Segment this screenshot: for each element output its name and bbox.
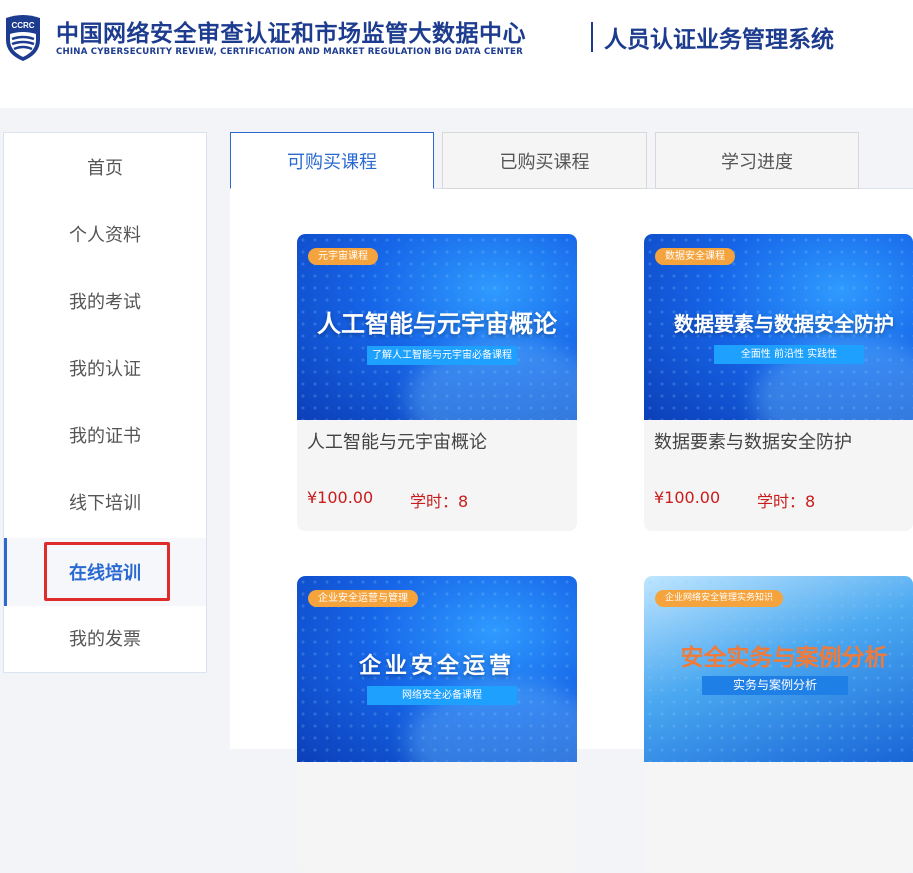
course-cover-image: 企业网络安全管理实务知识 安全实务与案例分析 实务与案例分析	[644, 576, 913, 762]
sidebar-item-home[interactable]: 首页	[4, 135, 206, 199]
cover-subtitle: 了解人工智能与元宇宙必备课程	[367, 346, 517, 365]
course-tag: 数据安全课程	[655, 248, 735, 265]
course-price: ¥100.00	[654, 488, 721, 507]
sidebar-item-my-certificates[interactable]: 我的证书	[4, 403, 206, 467]
sidebar-item-profile[interactable]: 个人资料	[4, 202, 206, 266]
tab-available-courses[interactable]: 可购买课程	[230, 132, 434, 189]
sidebar-item-my-exams[interactable]: 我的考试	[4, 269, 206, 333]
course-price: ¥100.00	[307, 488, 374, 507]
sidebar-item-my-certification[interactable]: 我的认证	[4, 336, 206, 400]
course-cover-image: 元宇宙课程 人工智能与元宇宙概论 了解人工智能与元宇宙必备课程	[297, 234, 577, 420]
course-tag: 元宇宙课程	[308, 248, 378, 265]
cover-title: 人工智能与元宇宙概论	[317, 310, 557, 338]
active-indicator	[4, 538, 7, 606]
header-divider	[591, 22, 593, 52]
course-tag: 企业安全运营与管理	[308, 590, 418, 607]
course-name: 数据要素与数据安全防护	[654, 432, 852, 453]
course-card[interactable]: 元宇宙课程 人工智能与元宇宙概论 了解人工智能与元宇宙必备课程 人工智能与元宇宙…	[297, 234, 577, 531]
org-name-cn: 中国网络安全审查认证和市场监管大数据中心	[56, 21, 526, 47]
course-hours: 学时：8	[410, 492, 469, 511]
cover-subtitle: 实务与案例分析	[702, 676, 848, 695]
logo-text: CCRC	[11, 21, 34, 30]
ccrc-logo-icon: CCRC	[6, 15, 40, 61]
system-title: 人员认证业务管理系统	[604, 27, 834, 53]
cover-title: 数据要素与数据安全防护	[674, 312, 894, 336]
course-hours: 学时：8	[757, 492, 816, 511]
course-cover-image: 企业安全运营与管理 企业安全运营 网络安全必备课程	[297, 576, 577, 762]
sidebar-item-my-invoices[interactable]: 我的发票	[4, 606, 206, 670]
course-tabs: 可购买课程 已购买课程 学习进度	[230, 132, 913, 189]
cover-subtitle: 全面性 前沿性 实践性	[714, 345, 864, 364]
tab-learning-progress[interactable]: 学习进度	[655, 132, 859, 189]
cover-title: 企业安全运营	[358, 654, 515, 679]
sidebar-item-online-training[interactable]: 在线培训	[4, 538, 206, 606]
course-cover-image: 数据安全课程 数据要素与数据安全防护 全面性 前沿性 实践性	[644, 234, 913, 420]
course-card[interactable]: 企业安全运营与管理 企业安全运营 网络安全必备课程	[297, 576, 577, 873]
main-content: 可购买课程 已购买课程 学习进度 元宇宙课程 人工智能与元宇宙概论 了解人工智能…	[230, 132, 913, 873]
cover-title: 安全实务与案例分析	[680, 645, 888, 671]
sidebar-nav: 首页 个人资料 我的考试 我的认证 我的证书 线下培训 在线培训 我的发票	[3, 132, 207, 673]
tab-purchased-courses[interactable]: 已购买课程	[442, 132, 647, 189]
course-name: 人工智能与元宇宙概论	[307, 432, 487, 453]
sidebar-item-offline-training[interactable]: 线下培训	[4, 470, 206, 534]
page-header: CCRC 中国网络安全审查认证和市场监管大数据中心 CHINA CYBERSEC…	[0, 0, 913, 108]
course-tag: 企业网络安全管理实务知识	[655, 590, 784, 607]
sidebar-item-label: 在线培训	[69, 563, 141, 584]
course-card[interactable]: 数据安全课程 数据要素与数据安全防护 全面性 前沿性 实践性 数据要素与数据安全…	[644, 234, 913, 531]
course-card[interactable]: 企业网络安全管理实务知识 安全实务与案例分析 实务与案例分析	[644, 576, 913, 873]
cover-subtitle: 网络安全必备课程	[367, 686, 517, 705]
org-name-en: CHINA CYBERSECURITY REVIEW, CERTIFICATIO…	[56, 47, 523, 57]
